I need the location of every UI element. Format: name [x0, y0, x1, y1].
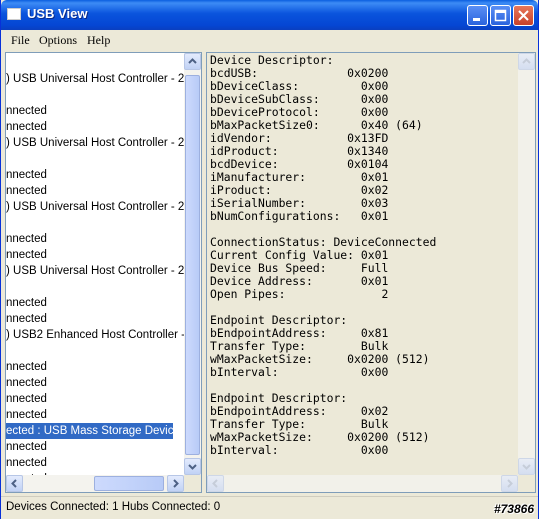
tree-item[interactable]: nnected — [6, 375, 47, 391]
watermark-text: #73866 — [493, 502, 534, 516]
maximize-button[interactable] — [490, 5, 511, 26]
tree-item[interactable]: nnected — [6, 167, 47, 183]
tree-item[interactable]: ) USB Universal Host Controller - 27C — [6, 135, 199, 151]
tree-item[interactable]: nnected — [6, 311, 47, 327]
minimize-button[interactable] — [467, 5, 488, 26]
tree-item[interactable]: nnected — [6, 439, 47, 455]
tree-item[interactable]: nnected — [6, 295, 47, 311]
device-tree-pane[interactable]: ) USB Universal Host Controller - 27C nne… — [5, 52, 202, 493]
device-descriptor-text: Device Descriptor: bcdUSB: 0x0200 bDevic… — [210, 53, 437, 457]
menu-options[interactable]: Options — [39, 33, 77, 48]
status-text: Devices Connected: 1 Hubs Connected: 0 — [6, 501, 221, 513]
tree-item[interactable]: ) USB Universal Host Controller - 27C — [6, 71, 199, 87]
tree-item[interactable]: nnected — [6, 231, 47, 247]
maximize-icon — [494, 9, 507, 22]
tree-item[interactable]: nnected — [6, 183, 47, 199]
details-scroll-right-button[interactable] — [501, 475, 518, 492]
details-horizontal-scrollbar[interactable] — [207, 475, 518, 492]
tree-item[interactable]: nnected — [6, 119, 47, 135]
tree-item-selected[interactable]: ected : USB Mass Storage Device — [6, 423, 180, 439]
scroll-left-button[interactable] — [6, 475, 23, 492]
usbview-window: USB View File Options Help ) USB Univers… — [0, 0, 539, 519]
app-icon — [7, 8, 21, 20]
tree-vertical-scrollbar[interactable] — [184, 53, 201, 475]
menu-file[interactable]: File — [11, 33, 30, 48]
menu-help[interactable]: Help — [87, 33, 110, 48]
scroll-right-button[interactable] — [167, 475, 184, 492]
tree-item[interactable]: nnected — [6, 455, 47, 471]
scroll-corner — [184, 475, 201, 492]
chevron-down-icon — [188, 464, 197, 470]
tree-horizontal-scrollbar[interactable] — [6, 475, 184, 492]
tree-item[interactable]: ) USB2 Enhanced Host Controller - 2 — [6, 327, 195, 343]
scroll-down-button[interactable] — [184, 458, 201, 475]
scroll-up-button[interactable] — [184, 53, 201, 70]
chevron-right-icon — [173, 479, 179, 488]
details-scroll-up-button[interactable] — [518, 53, 535, 70]
minimize-icon — [473, 18, 480, 21]
device-details-pane[interactable]: Device Descriptor: bcdUSB: 0x0200 bDevic… — [206, 52, 536, 493]
close-icon — [518, 10, 529, 21]
title-bar[interactable]: USB View — [1, 0, 538, 30]
chevron-down-icon — [522, 464, 531, 470]
tree-item[interactable]: ) USB Universal Host Controller - 27C — [6, 263, 199, 279]
status-bar: Devices Connected: 1 Hubs Connected: 0 — [1, 496, 538, 519]
chevron-left-icon — [11, 479, 17, 488]
window-title: USB View — [27, 6, 88, 21]
tree-horizontal-scroll-thumb[interactable] — [94, 476, 164, 491]
tree-item[interactable]: ) USB Universal Host Controller - 27C — [6, 199, 199, 215]
tree-vertical-scroll-thumb[interactable] — [185, 75, 200, 455]
details-scroll-down-button[interactable] — [518, 458, 535, 475]
tree-item[interactable]: nnected — [6, 359, 47, 375]
details-scroll-corner — [518, 475, 535, 492]
chevron-left-icon — [212, 479, 218, 488]
tree-item[interactable]: nnected — [6, 407, 47, 423]
details-scroll-left-button[interactable] — [207, 475, 224, 492]
tree-item[interactable]: nnected — [6, 391, 47, 407]
close-button[interactable] — [513, 5, 534, 26]
tree-item[interactable]: nnected — [6, 247, 47, 263]
details-vertical-scrollbar[interactable] — [518, 53, 535, 475]
chevron-up-icon — [522, 58, 531, 64]
chevron-up-icon — [188, 58, 197, 64]
chevron-right-icon — [507, 479, 513, 488]
tree-item[interactable]: nnected — [6, 103, 47, 119]
menu-bar: File Options Help — [1, 30, 538, 50]
